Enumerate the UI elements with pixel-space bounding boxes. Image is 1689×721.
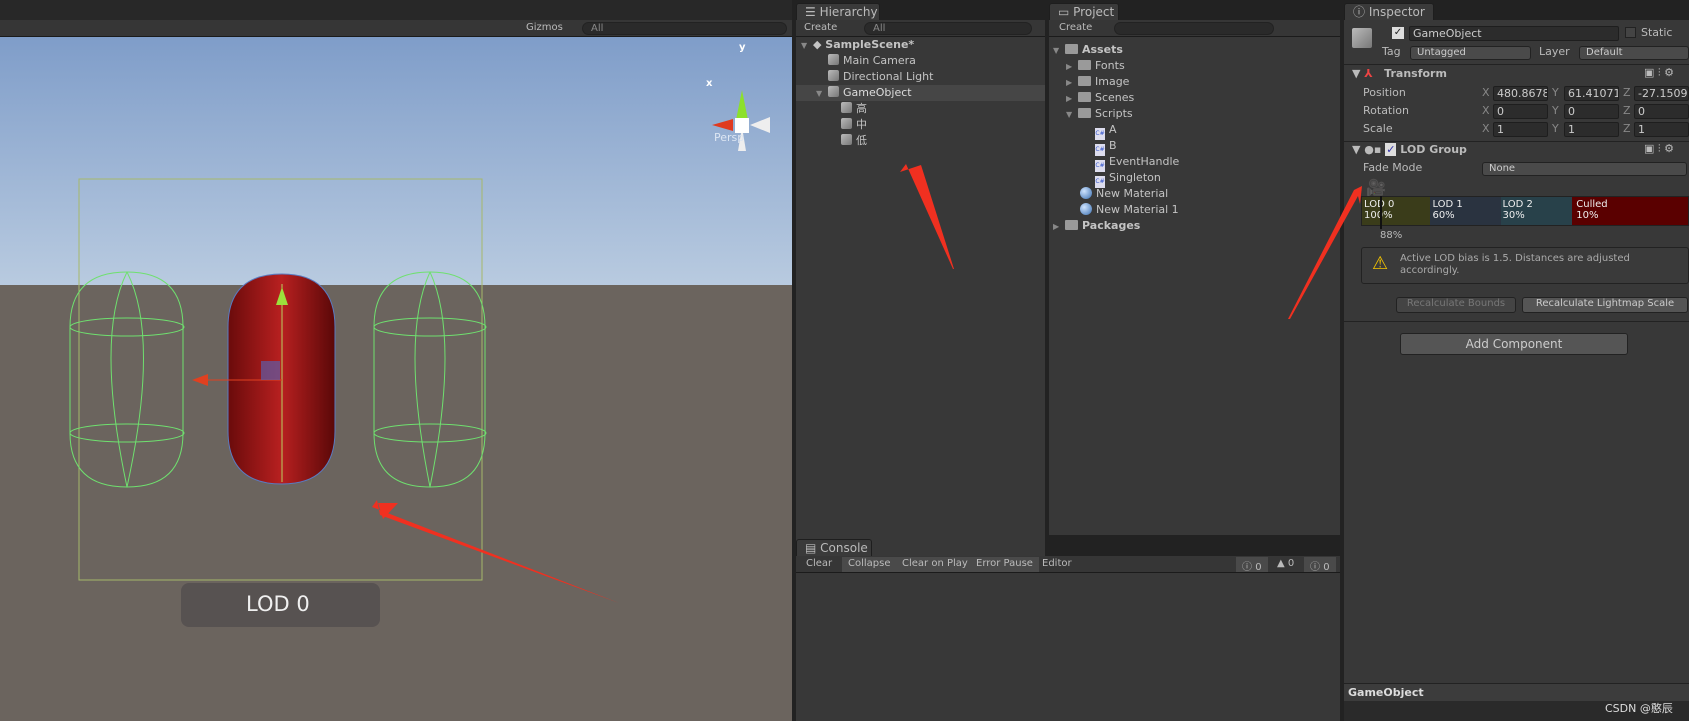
lod-segment-2[interactable]: LOD 2 30%: [1500, 197, 1573, 225]
error-count-toggle[interactable]: ⓘ 0: [1304, 557, 1336, 573]
annotation-arrow: [1288, 186, 1362, 319]
recalculate-lightmap-scale-button[interactable]: Recalculate Lightmap Scale: [1522, 297, 1688, 313]
material-icon: [1080, 203, 1092, 215]
static-checkbox[interactable]: [1625, 27, 1636, 38]
projection-toggle[interactable]: Persp: [714, 131, 744, 144]
console-error-pause-button[interactable]: Error Pause: [970, 557, 1039, 572]
warning-count-toggle[interactable]: ▲ 0: [1271, 557, 1300, 572]
inspector-panel: ✓ GameObject Static Tag Untagged Layer D…: [1288, 20, 1689, 721]
material-icon: [1080, 187, 1092, 199]
scale-x[interactable]: 1: [1493, 122, 1548, 137]
lod-bar[interactable]: LOD 0 100% LOD 1 60% LOD 2 30% Culled 10%: [1361, 196, 1689, 226]
position-y[interactable]: 61.41071: [1564, 86, 1619, 101]
tab-inspector[interactable]: ⓘ Inspector: [1344, 3, 1434, 20]
component-menu-icons[interactable]: ▣ ⫶ ⚙: [1644, 142, 1674, 156]
axis-y-label: y: [739, 42, 746, 53]
position-z[interactable]: -27.1509: [1634, 86, 1689, 101]
annotation-arrow: [900, 164, 954, 269]
axis-x-label: x: [706, 78, 713, 89]
folder-icon: [1078, 92, 1091, 102]
lod-indicator: LOD 0: [246, 592, 310, 616]
preview-header[interactable]: GameObject: [1344, 683, 1689, 701]
gizmos-dropdown[interactable]: Gizmos: [520, 21, 569, 36]
scale-y[interactable]: 1: [1564, 122, 1619, 137]
folder-icon: [1078, 108, 1091, 118]
folder-icon: [1078, 60, 1091, 70]
tab-project[interactable]: ▭ Project: [1049, 3, 1119, 20]
static-label: Static: [1641, 26, 1673, 39]
tag-dropdown[interactable]: Untagged: [1410, 46, 1531, 60]
info-count-toggle[interactable]: ⓘ 0: [1236, 557, 1268, 573]
scale-z[interactable]: 1: [1634, 122, 1689, 137]
recalculate-bounds-button[interactable]: Recalculate Bounds: [1396, 297, 1516, 313]
name-field[interactable]: GameObject: [1409, 26, 1619, 41]
preview-title: GameObject: [1348, 686, 1424, 699]
scene-toolbar: Gizmos All: [0, 20, 792, 37]
folder-icon: ▭: [1058, 5, 1074, 19]
component-menu-icons[interactable]: ▣ ⫶ ⚙: [1644, 66, 1674, 80]
console-clear-on-play-button[interactable]: Clear on Play: [896, 557, 974, 572]
folder-icon: [1065, 44, 1078, 54]
fade-mode-dropdown[interactable]: None: [1482, 162, 1687, 176]
project-create-button[interactable]: Create: [1053, 21, 1098, 36]
tab-hierarchy[interactable]: ☰ Hierarchy: [796, 3, 880, 20]
console-panel: Clear Collapse Clear on Play Error Pause…: [796, 556, 1340, 721]
rotation-x[interactable]: 0: [1493, 104, 1548, 119]
position-x[interactable]: 480.8678: [1493, 86, 1548, 101]
project-search-input[interactable]: [1114, 22, 1274, 35]
tab-console[interactable]: ▤ Console: [796, 539, 872, 556]
lod-bias-warning: ⚠ Active LOD bias is 1.5. Distances are …: [1361, 247, 1689, 284]
scene-search-input[interactable]: All: [582, 22, 787, 35]
layer-label: Layer: [1539, 45, 1570, 58]
info-icon: ⓘ: [1353, 5, 1369, 19]
rotation-y[interactable]: 0: [1564, 104, 1619, 119]
console-editor-dropdown[interactable]: Editor: [1036, 557, 1078, 572]
scene-viewport[interactable]: [0, 37, 792, 721]
hierarchy-icon: ☰: [805, 5, 820, 19]
console-collapse-button[interactable]: Collapse: [842, 557, 897, 572]
folder-icon: [1065, 220, 1078, 230]
add-component-button[interactable]: Add Component: [1400, 333, 1628, 355]
watermark: CSDN @憨辰: [1605, 702, 1673, 715]
folder-icon: [1078, 76, 1091, 86]
layer-dropdown[interactable]: Default: [1579, 46, 1689, 60]
scene-panel: Gizmos All y x Persp LOD 0: [0, 0, 792, 721]
console-clear-button[interactable]: Clear: [800, 557, 838, 572]
rotation-z[interactable]: 0: [1634, 104, 1689, 119]
lod-segment-1[interactable]: LOD 1 60%: [1430, 197, 1501, 225]
console-icon: ▤: [805, 541, 821, 555]
lod-segment-culled[interactable]: Culled 10%: [1572, 197, 1688, 225]
